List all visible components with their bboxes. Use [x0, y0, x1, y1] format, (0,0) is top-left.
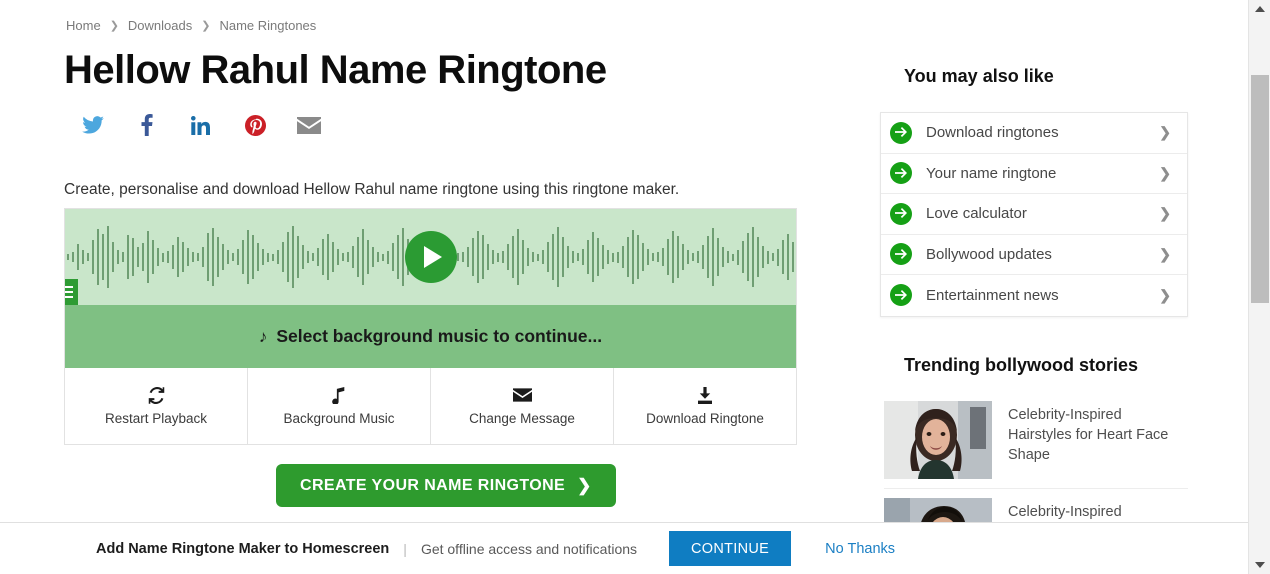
chevron-right-icon: ❯	[201, 20, 211, 32]
sidebar-item-bollywood-updates[interactable]: Bollywood updates ❯	[881, 235, 1187, 275]
scroll-down-button[interactable]	[1249, 556, 1270, 574]
social-share-row	[80, 112, 322, 138]
no-thanks-button[interactable]: No Thanks	[825, 541, 895, 557]
story-title: Celebrity-Inspired Hairstyles for Heart …	[1008, 406, 1169, 464]
chevron-right-icon: ❯	[577, 475, 592, 495]
woman-portrait-photo	[884, 400, 992, 479]
sidebar-item-label: Download ringtones	[926, 124, 1059, 142]
sidebar-item-entertainment-news[interactable]: Entertainment news ❯	[881, 275, 1187, 316]
arrow-circle-icon	[890, 162, 912, 185]
arrow-circle-icon	[890, 284, 912, 307]
status-banner-text: Select background music to continue...	[276, 326, 603, 346]
play-icon[interactable]	[404, 231, 457, 283]
page-scrollbar[interactable]	[1248, 0, 1270, 574]
chevron-right-icon: ❯	[1159, 286, 1171, 303]
create-ringtone-button[interactable]: CREATE YOUR NAME RINGTONE ❯	[276, 464, 616, 507]
chevron-right-icon: ❯	[109, 20, 119, 32]
change-message-button[interactable]: Change Message	[431, 368, 614, 444]
breadcrumb-item-downloads[interactable]: Downloads	[128, 18, 192, 33]
notes-tab-icon[interactable]	[65, 279, 78, 305]
banner-title: Add Name Ringtone Maker to Homescreen	[96, 540, 390, 557]
pinterest-icon[interactable]	[242, 112, 268, 138]
sidebar-item-download-ringtones[interactable]: Download ringtones ❯	[881, 113, 1187, 154]
restart-playback-label: Restart Playback	[104, 410, 208, 426]
music-note-icon	[332, 386, 346, 404]
background-music-button[interactable]: Background Music	[248, 368, 431, 444]
list-item[interactable]: Celebrity-Inspired Hairstyles for Heart …	[884, 392, 1188, 489]
arrow-circle-icon	[890, 243, 912, 266]
breadcrumb-item-home[interactable]: Home	[66, 18, 101, 33]
player-toolbar: Restart Playback Background Music Change…	[65, 368, 796, 444]
download-ringtone-button[interactable]: Download Ringtone	[614, 368, 796, 444]
facebook-icon[interactable]	[134, 112, 160, 138]
chevron-right-icon: ❯	[1159, 205, 1171, 222]
background-music-label: Background Music	[283, 410, 395, 426]
banner-separator: |	[403, 540, 407, 557]
trending-stories-heading: Trending bollywood stories	[904, 354, 1139, 375]
ringtone-player-card: ♪ Select background music to continue...…	[64, 208, 797, 445]
sidebar-item-label: Entertainment news	[926, 286, 1059, 304]
sidebar-item-label: Your name ringtone	[926, 164, 1057, 182]
sidebar: You may also like Download ringtones ❯ Y…	[880, 66, 1192, 574]
email-icon[interactable]	[296, 112, 322, 138]
banner-subtitle: Get offline access and notifications	[420, 540, 638, 557]
scrollbar-thumb[interactable]	[1251, 75, 1269, 303]
intro-text: Create, personalise and download Hellow …	[64, 180, 680, 198]
page-content: Home ❯ Downloads ❯ Name Ringtones Hellow…	[0, 0, 1248, 574]
change-message-label: Change Message	[469, 410, 575, 426]
sidebar-item-label: Love calculator	[926, 205, 1027, 223]
restart-playback-button[interactable]: Restart Playback	[65, 368, 248, 444]
add-to-homescreen-banner: Add Name Ringtone Maker to Homescreen | …	[0, 522, 1248, 574]
linkedin-icon[interactable]	[188, 112, 214, 138]
chevron-right-icon: ❯	[1159, 164, 1171, 181]
continue-button[interactable]: CONTINUE	[669, 531, 792, 566]
related-links-card: Download ringtones ❯ Your name ringtone …	[880, 112, 1188, 317]
arrow-circle-icon	[890, 121, 912, 144]
sidebar-item-label: Bollywood updates	[926, 245, 1052, 263]
refresh-icon	[148, 386, 165, 404]
download-ringtone-label: Download Ringtone	[646, 410, 764, 426]
twitter-icon[interactable]	[80, 112, 106, 138]
sidebar-item-your-name-ringtone[interactable]: Your name ringtone ❯	[881, 154, 1187, 194]
arrow-circle-icon	[890, 202, 912, 225]
download-icon	[697, 386, 713, 404]
envelope-icon	[512, 387, 532, 404]
waveform-area[interactable]	[65, 209, 796, 305]
page-title: Hellow Rahul Name Ringtone	[64, 48, 607, 92]
scroll-up-button[interactable]	[1249, 0, 1270, 18]
breadcrumb-item-name-ringtones[interactable]: Name Ringtones	[219, 18, 316, 33]
status-banner: ♪ Select background music to continue...	[65, 305, 796, 368]
you-may-also-like-heading: You may also like	[904, 66, 1054, 86]
create-ringtone-label: CREATE YOUR NAME RINGTONE	[300, 476, 566, 494]
music-note-icon: ♪	[258, 326, 268, 346]
sidebar-item-love-calculator[interactable]: Love calculator ❯	[881, 194, 1187, 235]
chevron-right-icon: ❯	[1159, 245, 1171, 262]
chevron-right-icon: ❯	[1159, 124, 1171, 141]
breadcrumb: Home ❯ Downloads ❯ Name Ringtones	[66, 18, 316, 33]
